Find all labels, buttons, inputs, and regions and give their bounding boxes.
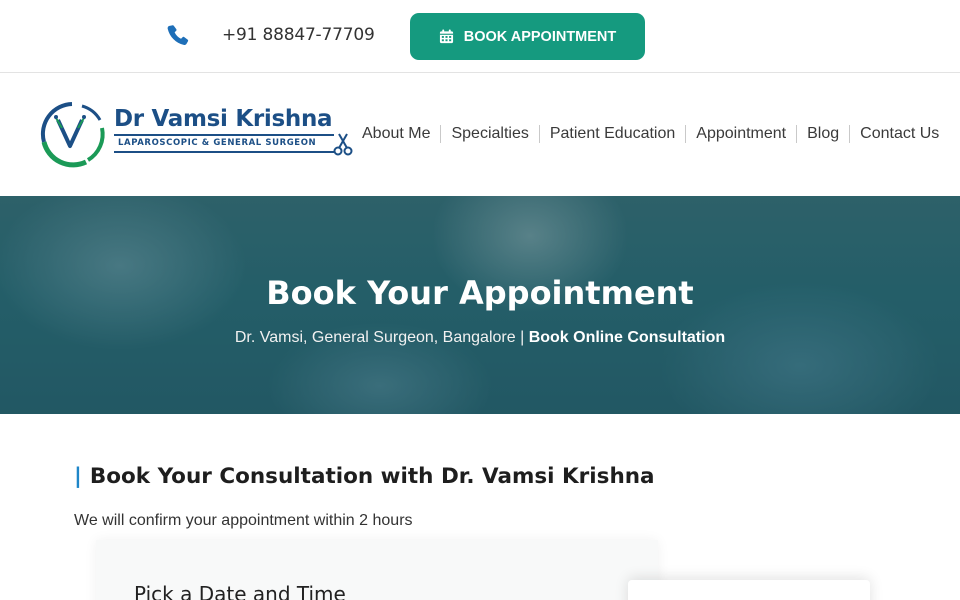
logo-rule-top xyxy=(114,134,334,136)
breadcrumb-current: Book Online Consultation xyxy=(528,329,726,346)
breadcrumb: Dr. Vamsi, General Surgeon, Bangalore | … xyxy=(0,329,960,347)
top-bar: +91 88847-77709 BOOK APPOINTMENT xyxy=(0,0,960,73)
section-subtitle: We will confirm your appointment within … xyxy=(74,512,413,529)
nav-item-specialties[interactable]: Specialties xyxy=(440,125,538,143)
page-title: Book Your Appointment xyxy=(266,274,694,312)
book-appointment-label: BOOK APPOINTMENT xyxy=(463,28,617,45)
section-title-bar: | xyxy=(74,464,82,489)
nav-item-about-me[interactable]: About Me xyxy=(352,125,440,143)
section-title: | Book Your Consultation with Dr. Vamsi K… xyxy=(74,464,655,489)
nav-item-contact-us[interactable]: Contact Us xyxy=(849,125,949,143)
logo-subtitle: LAPAROSCOPIC & GENERAL SURGEON xyxy=(118,138,317,148)
logo-rule-bottom xyxy=(114,151,334,153)
main-nav: About Me Specialties Patient Education A… xyxy=(352,122,949,146)
side-card xyxy=(628,580,870,600)
breadcrumb-home[interactable]: Dr. Vamsi, General Surgeon, Bangalore xyxy=(235,329,516,346)
book-appointment-button[interactable]: BOOK APPOINTMENT xyxy=(410,13,645,60)
site-header: Dr Vamsi Krishna LAPAROSCOPIC & GENERAL … xyxy=(0,74,960,196)
calendar-icon xyxy=(439,29,453,44)
logo-title: Dr Vamsi Krishna xyxy=(114,106,333,132)
section-title-text: Book Your Consultation with Dr. Vamsi Kr… xyxy=(89,464,655,489)
phone-number[interactable]: +91 88847-77709 xyxy=(222,25,375,45)
breadcrumb-separator: | xyxy=(520,329,525,346)
phone-icon[interactable] xyxy=(165,23,191,49)
logo-mark-icon xyxy=(40,102,105,168)
booking-card-title: Pick a Date and Time xyxy=(134,582,346,600)
nav-item-appointment[interactable]: Appointment xyxy=(685,125,796,143)
nav-item-patient-education[interactable]: Patient Education xyxy=(538,125,685,143)
hero-banner: Book Your Appointment Dr. Vamsi, General… xyxy=(0,196,960,414)
nav-item-blog[interactable]: Blog xyxy=(796,125,849,143)
site-logo[interactable]: Dr Vamsi Krishna LAPAROSCOPIC & GENERAL … xyxy=(36,98,354,170)
scissors-icon xyxy=(333,133,353,156)
